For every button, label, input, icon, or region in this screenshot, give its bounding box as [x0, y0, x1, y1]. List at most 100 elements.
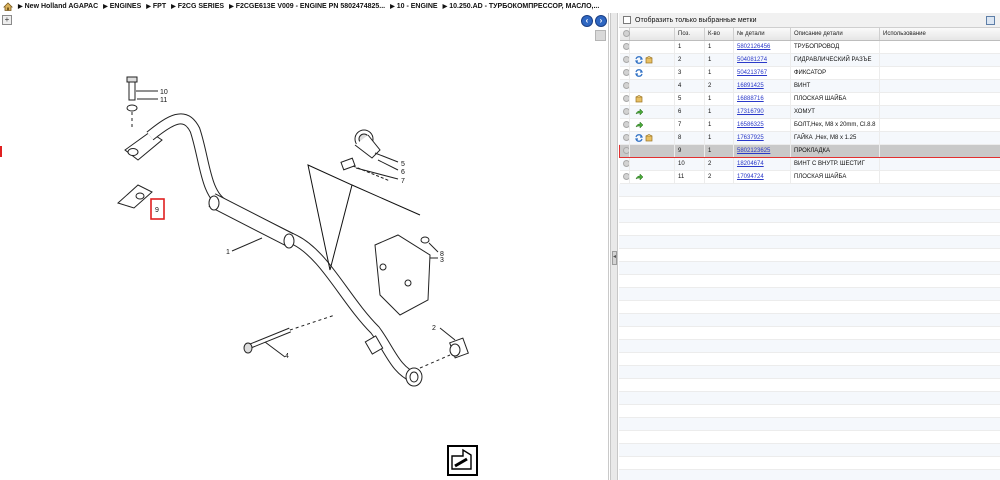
diagram-orientation-icon: [447, 445, 478, 476]
table-row[interactable]: 8 1 17637925 ГАЙКА ,Hex, M8 x 1.25: [619, 131, 1000, 145]
part-number-cell[interactable]: 16586325: [733, 118, 791, 132]
pos-cell: 7: [674, 118, 705, 132]
table-row[interactable]: 6 1 17316790 ХОМУТ: [619, 105, 1000, 119]
status-icon: [622, 172, 629, 180]
part-number-link[interactable]: 5802126456: [737, 44, 770, 50]
empty-row: [619, 288, 1000, 301]
table-row[interactable]: 9 1 5802123625 ПРОКЛАДКА: [619, 143, 1000, 158]
usage-header[interactable]: Использование: [879, 28, 1000, 41]
panel-splitter[interactable]: ◂: [610, 13, 618, 480]
part-number-link[interactable]: 16586325: [737, 122, 764, 128]
part-number-cell[interactable]: 16888716: [733, 92, 791, 106]
chevron-right-icon: ▶: [103, 4, 108, 10]
part-number-link[interactable]: 17316790: [737, 109, 764, 115]
empty-row: [619, 379, 1000, 392]
breadcrumb-item[interactable]: ▶ 10.250.AD - ТУРБОКОМПРЕССОР, МАСЛО,...: [443, 3, 600, 10]
callout-4: 4: [285, 353, 289, 360]
status-icon: [622, 133, 629, 141]
select-all-header[interactable]: [619, 28, 630, 41]
table-row[interactable]: 2 1 504081274 ГИДРАВЛИЧЕСКИЙ РАЗЪЕ: [619, 53, 1000, 67]
part-number-cell[interactable]: 17094724: [733, 170, 791, 184]
table-row[interactable]: 7 1 16586325 БОЛТ,Hex, M8 x 20mm, Cl.8.8: [619, 118, 1000, 132]
row-select-cell[interactable]: [619, 157, 630, 171]
callout-9: 9: [155, 207, 159, 214]
table-row[interactable]: 10 2 18204674 ВИНТ С ВНУТР. ШЕСТИГ: [619, 157, 1000, 171]
part-number-cell[interactable]: 5802123625: [733, 143, 791, 158]
breadcrumb-item[interactable]: ▶ ENGINES: [103, 3, 141, 10]
empty-row: [619, 184, 1000, 197]
export-icon[interactable]: [986, 16, 995, 25]
description-header[interactable]: Описание детали: [790, 28, 880, 41]
row-icons-cell: [629, 105, 675, 119]
table-row[interactable]: 5 1 16888716 ПЛОСКАЯ ШАЙБА: [619, 92, 1000, 106]
collapse-handle-icon[interactable]: ◂: [612, 251, 617, 265]
description-cell: ПЛОСКАЯ ШАЙБА: [790, 92, 880, 106]
usage-cell: [879, 92, 1000, 106]
row-select-cell[interactable]: [619, 53, 630, 67]
part-number-link[interactable]: 16888716: [737, 96, 764, 102]
usage-cell: [879, 66, 1000, 80]
part-number-cell[interactable]: 18204674: [733, 157, 791, 171]
status-icon: [622, 68, 629, 76]
home-icon[interactable]: [3, 2, 13, 11]
row-icons-cell: [629, 79, 675, 93]
callout-11: 11: [160, 97, 167, 104]
qty-cell: 1: [704, 40, 734, 54]
callout-3: 3: [440, 257, 444, 264]
replace-icon: [635, 55, 643, 64]
callout-10: 10: [160, 89, 168, 96]
qty-header[interactable]: К-во: [704, 28, 734, 41]
breadcrumb-item[interactable]: ▶ 10 - ENGINE: [390, 3, 437, 10]
row-icons-cell: [629, 131, 675, 145]
table-row[interactable]: 3 1 504213767 ФИКСАТОР: [619, 66, 1000, 80]
row-select-cell[interactable]: [619, 105, 630, 119]
part-number-cell[interactable]: 5802126456: [733, 40, 791, 54]
show-selected-only-checkbox[interactable]: [623, 16, 631, 24]
description-cell: ГИДРАВЛИЧЕСКИЙ РАЗЪЕ: [790, 53, 880, 67]
row-icons-cell: [629, 170, 675, 184]
row-icons-cell: [629, 66, 675, 80]
part-number-link[interactable]: 504213767: [737, 70, 767, 76]
pos-header[interactable]: Поз.: [674, 28, 705, 41]
table-row[interactable]: 4 2 16891425 ВИНТ: [619, 79, 1000, 93]
chevron-right-icon: ▶: [171, 4, 176, 10]
part-number-cell[interactable]: 17316790: [733, 105, 791, 119]
breadcrumb-item[interactable]: ▶ FPT: [146, 3, 166, 10]
part-number-link[interactable]: 17094724: [737, 174, 764, 180]
part-number-link[interactable]: 5802123625: [737, 148, 770, 154]
empty-row: [619, 353, 1000, 366]
usage-cell: [879, 105, 1000, 119]
pos-cell: 3: [674, 66, 705, 80]
part-number-header[interactable]: № детали: [733, 28, 791, 41]
part-number-link[interactable]: 504081274: [737, 57, 767, 63]
row-select-cell[interactable]: [619, 170, 630, 184]
empty-row: [619, 301, 1000, 314]
pos-cell: 5: [674, 92, 705, 106]
row-select-cell[interactable]: [619, 143, 630, 158]
qty-cell: 1: [704, 66, 734, 80]
empty-row: [619, 470, 1000, 480]
qty-cell: 2: [704, 157, 734, 171]
empty-row: [619, 366, 1000, 379]
part-number-link[interactable]: 16891425: [737, 83, 764, 89]
part-number-cell[interactable]: 16891425: [733, 79, 791, 93]
qty-cell: 1: [704, 118, 734, 132]
breadcrumb-item[interactable]: ▶ F2CG SERIES: [171, 3, 224, 10]
table-row[interactable]: 11 2 17094724 ПЛОСКАЯ ШАЙБА: [619, 170, 1000, 184]
callout-7: 7: [401, 178, 405, 185]
part-number-link[interactable]: 17637925: [737, 135, 764, 141]
table-row[interactable]: 1 1 5802126456 ТРУБОПРОВОД: [619, 40, 1000, 54]
breadcrumb-item[interactable]: ▶ New Holland AGAPAC: [18, 3, 98, 10]
row-select-cell[interactable]: [619, 79, 630, 93]
row-select-cell[interactable]: [619, 118, 630, 132]
row-select-cell[interactable]: [619, 66, 630, 80]
row-select-cell[interactable]: [619, 92, 630, 106]
part-number-cell[interactable]: 504213767: [733, 66, 791, 80]
row-select-cell[interactable]: [619, 131, 630, 145]
row-select-cell[interactable]: [619, 40, 630, 54]
part-number-cell[interactable]: 17637925: [733, 131, 791, 145]
part-number-cell[interactable]: 504081274: [733, 53, 791, 67]
status-icon: [622, 42, 629, 50]
breadcrumb-item[interactable]: ▶ F2CGE613E V009 - ENGINE PN 5802474825..…: [229, 3, 385, 10]
part-number-link[interactable]: 18204674: [737, 161, 764, 167]
